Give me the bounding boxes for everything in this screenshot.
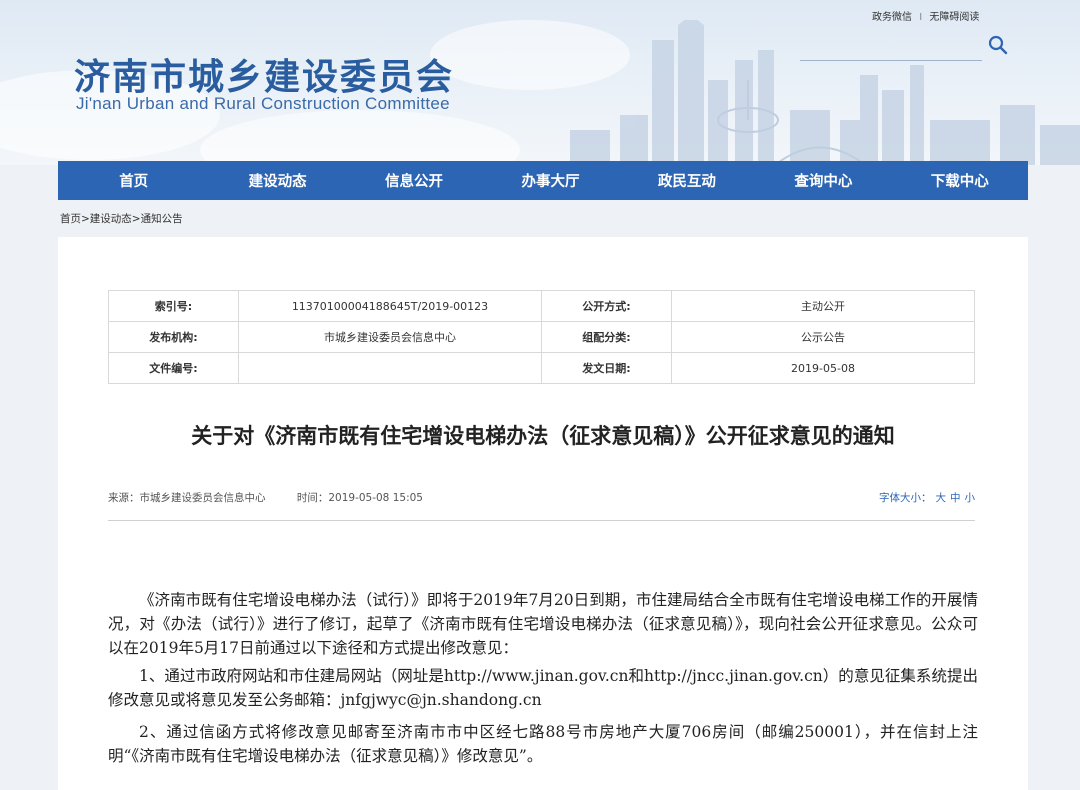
font-size-label: 字体大小： — [879, 492, 932, 504]
font-size-control: 字体大小： 大中小 — [879, 490, 975, 505]
meta-value: 市城乡建设委员会信息中心 — [238, 321, 542, 353]
breadcrumb[interactable]: 首页>建设动态>通知公告 — [60, 211, 183, 226]
article-title: 关于对《济南市既有住宅增设电梯办法（征求意见稿）》公开征求意见的通知 — [191, 423, 895, 448]
font-size-medium-button[interactable]: 中 — [950, 492, 961, 504]
meta-label: 发布机构: — [108, 321, 239, 353]
site-logo-title[interactable]: 济南市城乡建设委员会 — [74, 48, 454, 100]
meta-value: 主动公开 — [671, 290, 975, 322]
article-info: 来源：市城乡建设委员会信息中心 时间：2019-05-08 15:05 字体大小… — [108, 490, 975, 505]
meta-label: 组配分类: — [541, 321, 672, 353]
nav-item-query[interactable]: 查询中心 — [755, 170, 891, 191]
nav-item-services[interactable]: 办事大厅 — [482, 170, 618, 191]
meta-label: 文件编号: — [108, 352, 239, 384]
top-links-separator: I — [919, 12, 923, 23]
article-source: 来源：市城乡建设委员会信息中心 — [108, 492, 266, 504]
nav-item-interaction[interactable]: 政民互动 — [619, 170, 755, 191]
article-time: 时间：2019-05-08 15:05 — [296, 492, 423, 504]
font-size-small-button[interactable]: 小 — [965, 492, 976, 504]
site-header: 济南市城乡建设委员会 Ji'nan Urban and Rural Constr… — [0, 0, 1080, 165]
meta-value: 2019-05-08 — [671, 352, 975, 384]
main-nav: 首页 建设动态 信息公开 办事大厅 政民互动 查询中心 下载中心 — [58, 161, 1028, 200]
article-body: 《济南市既有住宅增设电梯办法（试行）》即将于2019年7月20日到期，市住建局结… — [108, 588, 978, 776]
site-logo-subtitle: Ji'nan Urban and Rural Construction Comm… — [76, 94, 450, 113]
table-row: 文件编号: 发文日期: 2019-05-08 — [108, 352, 975, 384]
nav-item-news[interactable]: 建设动态 — [209, 170, 345, 191]
meta-value — [238, 352, 542, 384]
meta-label: 发文日期: — [541, 352, 672, 384]
meta-label: 索引号: — [108, 290, 239, 322]
table-row: 发布机构: 市城乡建设委员会信息中心 组配分类: 公示公告 — [108, 321, 975, 353]
meta-value: 公示公告 — [671, 321, 975, 353]
search-icon[interactable] — [988, 35, 1008, 55]
meta-label: 公开方式: — [541, 290, 672, 322]
nav-item-home[interactable]: 首页 — [58, 170, 209, 191]
article-panel: 索引号: 11370100004188645T/2019-00123 公开方式:… — [58, 237, 1028, 790]
article-paragraph: 1、通过市政府网站和市住建局网站（网址是http://www.jinan.gov… — [108, 667, 978, 709]
search-input[interactable] — [800, 60, 982, 61]
divider — [108, 520, 975, 521]
article-paragraph: 《济南市既有住宅增设电梯办法（试行）》即将于2019年7月20日到期，市住建局结… — [108, 591, 978, 657]
table-row: 索引号: 11370100004188645T/2019-00123 公开方式:… — [108, 290, 975, 322]
meta-value: 11370100004188645T/2019-00123 — [238, 290, 542, 322]
metadata-table: 索引号: 11370100004188645T/2019-00123 公开方式:… — [108, 290, 975, 384]
top-links: 政务微信 I 无障碍阅读 — [872, 8, 979, 23]
cloud-decoration — [200, 110, 520, 165]
article-paragraph: 2、通过信函方式将修改意见邮寄至济南市市中区经七路88号市房地产大厦706房间（… — [108, 723, 978, 765]
font-size-large-button[interactable]: 大 — [936, 492, 947, 504]
nav-item-download[interactable]: 下载中心 — [892, 170, 1028, 191]
nav-item-disclosure[interactable]: 信息公开 — [346, 170, 482, 191]
link-accessibility[interactable]: 无障碍阅读 — [929, 12, 979, 23]
link-wechat[interactable]: 政务微信 — [872, 12, 912, 23]
